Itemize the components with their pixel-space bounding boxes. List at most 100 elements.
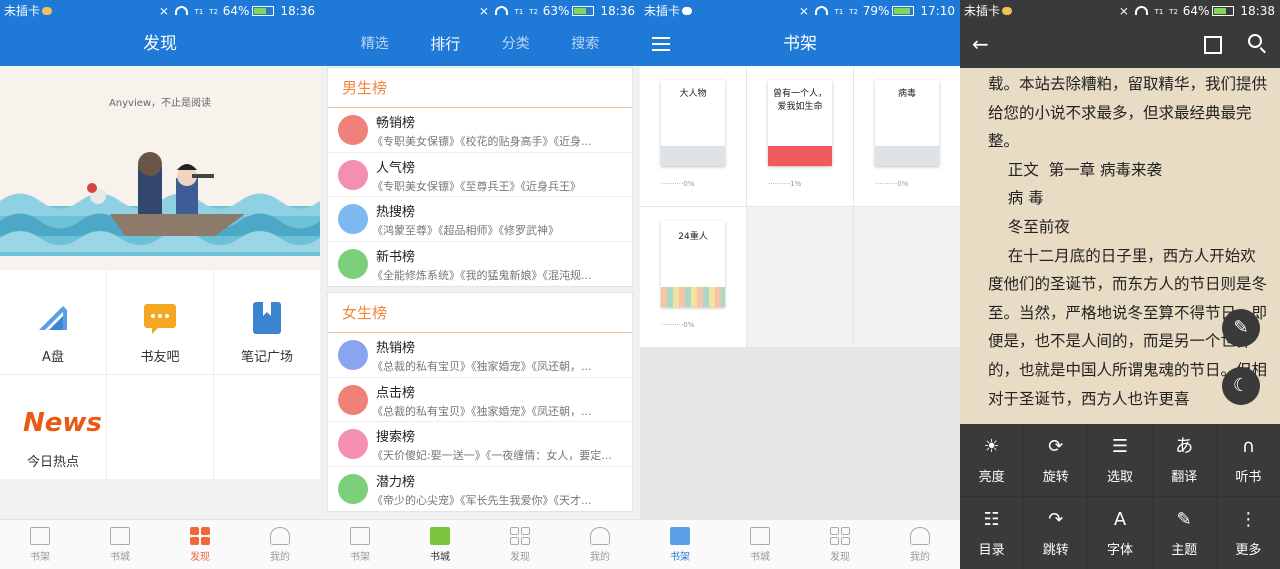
ranking-name: 潜力榜	[376, 474, 416, 490]
search-icon[interactable]	[1248, 34, 1262, 48]
jump-icon: ↷	[1048, 509, 1064, 530]
sim2-label: T2	[529, 8, 538, 16]
bottom-nav: 书架 书城 发现 我的	[0, 519, 320, 569]
menu-brightness[interactable]: ☀ 亮度	[960, 424, 1024, 496]
menu-select[interactable]: ☰ 选取	[1088, 424, 1152, 496]
battery-icon	[1212, 6, 1235, 16]
android-icon	[682, 7, 693, 15]
ranking-row[interactable]: 潜力榜《帝少的心尖宠》《军长先生我爱你》《天才...	[328, 467, 632, 512]
brightness-icon: ☀	[983, 436, 1000, 457]
tab-search[interactable]: 搜索	[571, 22, 599, 66]
grid-item-book-friends[interactable]: 书友吧	[107, 270, 213, 374]
sim1-label: T1	[514, 8, 524, 16]
menu-more[interactable]: ⋮ 更多	[1216, 497, 1280, 569]
book-cover: 24重人	[661, 221, 725, 307]
grid-item-a-disk[interactable]: A盘	[0, 270, 106, 374]
ranking-row[interactable]: 新书榜 《全能修炼系统》《我的猛鬼新娘》《混沌规...	[328, 242, 632, 287]
page-title: 书架	[783, 34, 817, 54]
grid-empty	[107, 375, 213, 479]
pen-button[interactable]: ✎	[1222, 309, 1260, 347]
nav-bookstore[interactable]: 书城	[720, 520, 800, 569]
book-item[interactable]: 病毒 ··········0%	[854, 66, 960, 206]
text-paragraph: 冬至前夜	[988, 217, 1070, 236]
person-icon	[590, 527, 610, 545]
nav-bookshelf[interactable]: 书架	[320, 520, 400, 569]
menu-jump[interactable]: ↷ 跳转	[1024, 497, 1088, 569]
menu-translate[interactable]: あ翻译	[1152, 424, 1216, 496]
ranking-row[interactable]: 搜索榜 《天价傻妃:娶一送一》《一夜缠情：女人，要定...	[328, 422, 632, 467]
bottom-nav: 书架 书城 发现 我的	[640, 519, 960, 569]
tab-category[interactable]: 分类	[502, 22, 530, 66]
nav-label: 我的	[590, 552, 610, 563]
crown-icon	[338, 340, 368, 370]
empty-slot	[747, 207, 853, 347]
nav-bookshelf[interactable]: 书架	[640, 520, 720, 569]
nav-discover[interactable]: 发现	[480, 520, 560, 569]
ranking-row[interactable]: 畅销榜 《专职美女保镖》《校花的贴身高手》《近身...	[328, 108, 632, 153]
ranking-row[interactable]: 点击榜 《总裁的私有宝贝》《独家婚宠》《凤还朝，...	[328, 378, 632, 422]
menu-theme[interactable]: ✎ 主题	[1152, 497, 1216, 569]
select-text-icon: ☰	[1111, 436, 1129, 457]
mute-icon: ⨯	[798, 4, 809, 18]
nav-me[interactable]: 我的	[240, 520, 320, 569]
new-badge-icon	[338, 473, 368, 504]
status-bar: 未插卡 ⨯ T1 T2 64% 18:36	[0, 0, 320, 22]
grid-icon	[510, 527, 530, 545]
grid-item-note-square[interactable]: 笔记广场	[214, 270, 320, 374]
grid-item-today-news[interactable]: News 今日热点	[0, 375, 106, 479]
ranking-row[interactable]: 热销榜 《总裁的私有宝贝》《独家婚宠》《凤还朝，...	[328, 333, 632, 378]
nav-discover[interactable]: 发现	[800, 520, 880, 569]
clock: 18:36	[600, 4, 635, 18]
carrier-label: 未插卡	[644, 4, 681, 18]
book-item[interactable]: 大人物 ··········0%	[640, 66, 746, 206]
sim2-label: T2	[209, 8, 218, 16]
add-bookmark-icon[interactable]	[1204, 36, 1222, 54]
bottom-nav: 书架 书城 发现 我的	[320, 519, 640, 569]
book-progress: ··········0%	[875, 180, 909, 188]
menu-toc[interactable]: ☷ 目录	[960, 497, 1024, 569]
tab-featured[interactable]: 精选	[361, 22, 389, 66]
wifi-icon	[494, 6, 508, 15]
battery-percent: 79%	[862, 4, 890, 18]
sim2-label: T2	[1169, 8, 1178, 16]
nav-me[interactable]: 我的	[560, 520, 640, 569]
app-bar: 书架	[640, 22, 960, 66]
ranking-desc: 《专职美女保镖》《至尊兵王》《近身兵王》	[372, 179, 581, 193]
wifi-icon	[814, 6, 828, 15]
battery-percent: 64%	[1182, 4, 1210, 18]
book-item[interactable]: 曾有一个人，爱我如生命 ··········1%	[747, 66, 853, 206]
book-item[interactable]: 24重人 ··········0%	[640, 207, 746, 347]
tab-ranking[interactable]: 排行	[430, 22, 460, 66]
book-cover: 曾有一个人，爱我如生命	[768, 80, 832, 166]
nav-bookstore[interactable]: 书城	[80, 520, 160, 569]
reading-content[interactable]: 载。本站去除糟粕，留取精华，我们提供给您的小说不求最多，但求最经典最完整。 正文…	[988, 70, 1268, 413]
menu-listen[interactable]: ∩ 听书	[1216, 424, 1280, 496]
store-tabs: 精选 排行 分类 搜索	[320, 22, 640, 66]
menu-rotate[interactable]: ⟳ 旋转	[1024, 424, 1088, 496]
nav-discover[interactable]: 发现	[160, 520, 240, 569]
nav-bookshelf[interactable]: 书架	[0, 520, 80, 569]
reader-toolbar: ←	[960, 22, 1280, 68]
feature-grid: A盘 书友吧 笔记广场 News 今日热点	[0, 270, 320, 479]
translate-icon: あ	[1175, 436, 1194, 457]
menu-font[interactable]: A 字体	[1088, 497, 1152, 569]
location-pin-icon	[338, 204, 368, 234]
ranking-desc: 《帝少的心尖宠》《军长先生我爱你》《天才...	[372, 493, 592, 507]
sim1-label: T1	[1154, 8, 1164, 16]
banner[interactable]: Anyview，不止是阅读	[0, 66, 320, 268]
male-ranking-section: 男生榜 畅销榜 《专职美女保镖》《校花的贴身高手》《近身... 人气榜 《专职美女保…	[327, 67, 633, 287]
clock: 18:36	[280, 4, 315, 18]
night-mode-button[interactable]: ☾	[1222, 367, 1260, 405]
menu-label: 旋转	[1042, 470, 1069, 485]
back-arrow-icon[interactable]: ←	[972, 31, 989, 57]
menu-label: 主题	[1171, 543, 1198, 558]
mute-icon: ⨯	[478, 4, 489, 18]
battery-icon	[572, 6, 595, 16]
text-paragraph: 正文 第一章 病毒来袭	[988, 160, 1163, 179]
nav-me[interactable]: 我的	[880, 520, 960, 569]
book-progress: ··········0%	[661, 321, 695, 329]
ranking-row[interactable]: 人气榜 《专职美女保镖》《至尊兵王》《近身兵王》	[328, 153, 632, 197]
book-grid: 大人物 ··········0% 曾有一个人，爱我如生命 ··········1…	[640, 66, 960, 519]
nav-bookstore[interactable]: 书城	[400, 520, 480, 569]
ranking-row[interactable]: 热搜榜 《鸿蒙至尊》《超品相师》《修罗武神》	[328, 197, 632, 242]
